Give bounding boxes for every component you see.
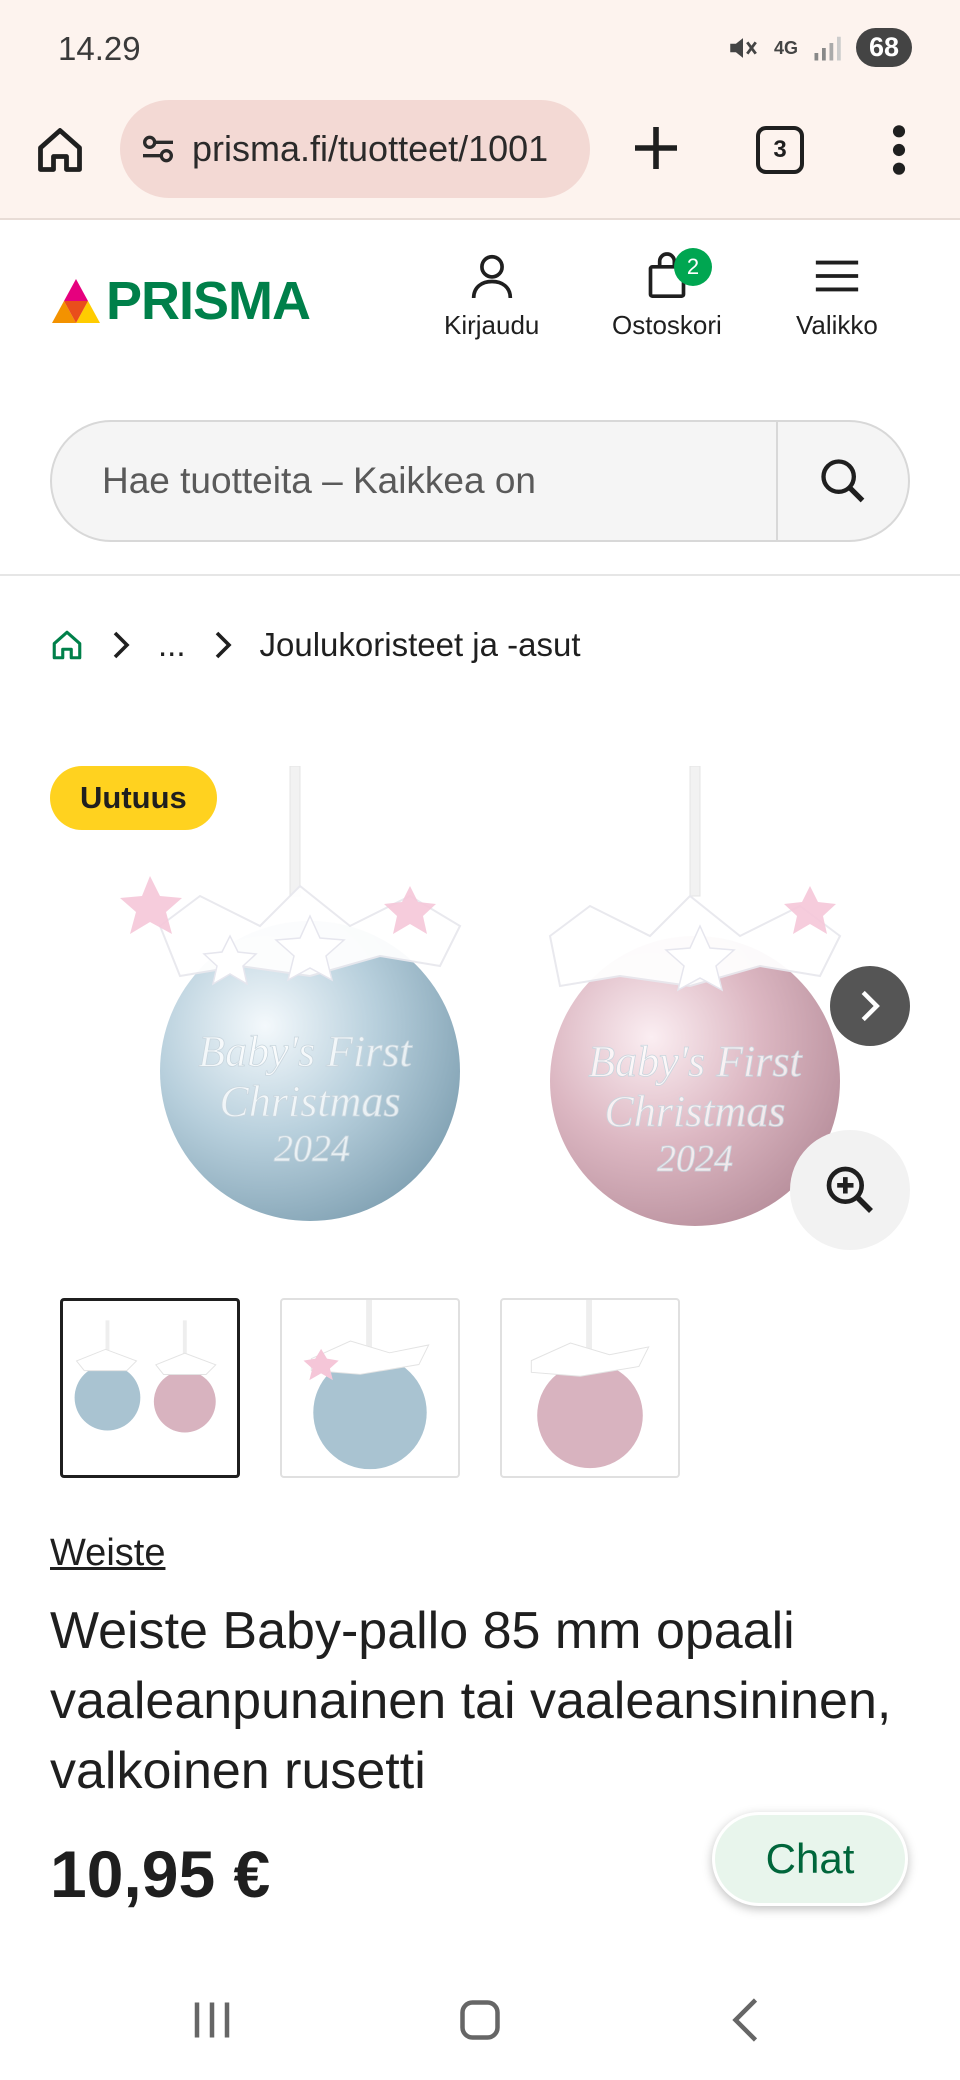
login-button[interactable]: Kirjaudu [444,252,539,341]
chat-button[interactable]: Chat [712,1812,908,1906]
search-button[interactable] [776,422,908,540]
thumbnail-3[interactable] [500,1298,680,1478]
address-bar[interactable]: prisma.fi/tuotteet/1001 [120,100,590,198]
home-nav-icon[interactable] [450,1990,510,2050]
brand-link[interactable]: Weiste [50,1532,165,1575]
next-image-button[interactable] [830,966,910,1046]
cart-label: Ostoskori [612,310,722,340]
ornament-text-line2: Christmas [220,1077,401,1126]
recent-apps-icon[interactable] [182,1990,242,2050]
chevron-right-icon [215,631,232,659]
breadcrumb-current[interactable]: Joulukoristeet ja -asut [260,626,581,664]
product-gallery: Uutuus Baby's First Christmas 2024 Baby'… [50,766,920,1250]
mute-icon [730,37,757,58]
thumbnail-2[interactable] [280,1298,460,1478]
network-type: 4G [773,37,798,58]
thumbnail-1[interactable] [60,1298,240,1478]
ornament-text-line1: Baby's First [588,1037,803,1086]
cart-count-badge: 2 [674,248,712,286]
logo-text: PRISMA [106,271,311,331]
ornament-text-line3: 2024 [657,1138,733,1180]
battery-indicator: 68 [856,28,912,67]
menu-label: Valikko [796,310,878,340]
ornament-text-line2: Christmas [605,1087,786,1136]
thumbnail-strip [60,1298,680,1478]
product-price: 10,95 € [50,1837,271,1911]
search-bar [50,420,910,542]
back-icon[interactable] [718,1990,778,2050]
hamburger-icon [815,260,859,292]
cart-button[interactable]: 2 Ostoskori [612,248,722,341]
search-input[interactable] [52,422,776,540]
status-time: 14.29 [58,30,141,67]
new-tab-icon[interactable] [628,120,684,176]
new-badge: Uutuus [50,766,217,830]
zoom-button[interactable] [790,1130,910,1250]
menu-button[interactable]: Valikko [796,252,878,341]
breadcrumb-ellipsis[interactable]: ... [158,626,186,664]
chevron-right-icon [113,631,130,659]
signal-icon [814,36,841,60]
url-text[interactable]: prisma.fi/tuotteet/1001 [192,128,548,170]
home-icon[interactable] [34,124,86,176]
logo-triangle-icon [52,279,100,323]
product-image[interactable]: Baby's First Christmas 2024 Baby's First… [80,766,900,1246]
product-title: Weiste Baby-pallo 85 mm opaali vaaleanpu… [50,1602,892,1800]
system-nav-bar [0,1960,960,2080]
chevron-right-icon [861,990,880,1022]
login-label: Kirjaudu [444,310,540,340]
user-icon [471,254,512,299]
zoom-in-icon [826,1166,873,1213]
prisma-logo[interactable]: PRISMA [50,270,311,332]
breadcrumb-home-icon[interactable] [50,628,84,662]
search-icon [821,459,865,503]
ornament-text-line3: 2024 [274,1128,350,1170]
breadcrumb: ... Joulukoristeet ja -asut [50,626,581,664]
header-divider [0,574,960,576]
ornament-text-line1: Baby's First [198,1027,413,1076]
site-settings-icon[interactable] [138,129,178,169]
browser-toolbar: prisma.fi/tuotteet/1001 3 [0,98,960,220]
more-options-icon[interactable] [884,122,914,178]
status-icons: 4G 68 [726,28,912,67]
status-bar: 14.29 4G 68 [0,0,960,98]
tab-switcher-button[interactable]: 3 [756,126,804,174]
